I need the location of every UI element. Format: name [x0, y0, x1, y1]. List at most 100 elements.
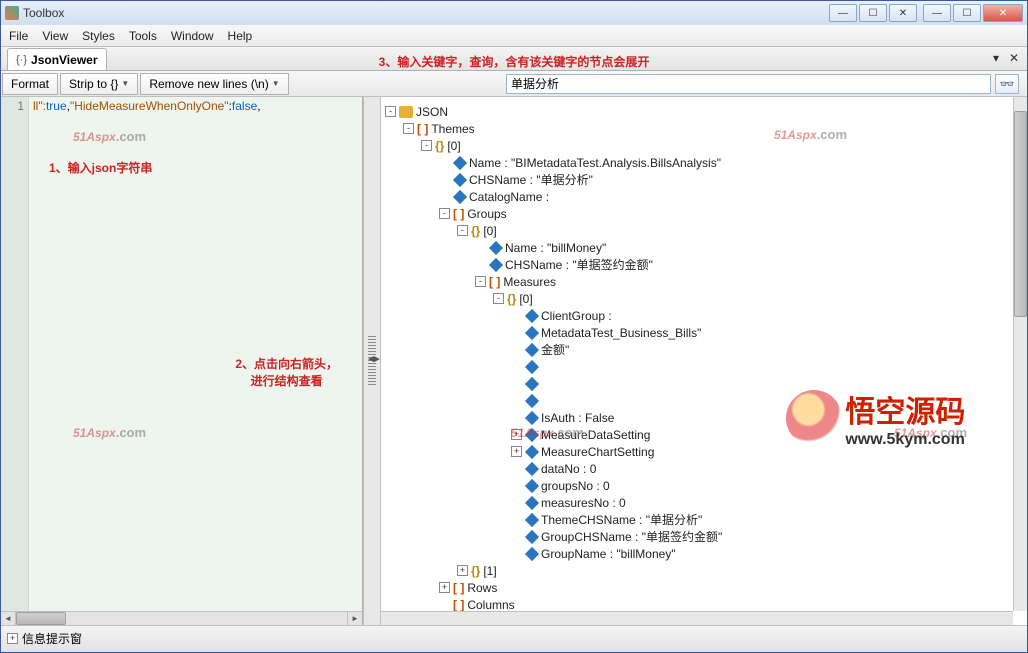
- tree-node[interactable]: CatalogName :: [385, 188, 1023, 205]
- expander-icon[interactable]: -: [403, 123, 414, 134]
- tree-node[interactable]: Name : "billMoney": [385, 239, 1023, 256]
- tab-label: JsonViewer: [31, 53, 97, 67]
- tree-node[interactable]: -{}[0]: [385, 222, 1023, 239]
- node-label: Rows: [467, 581, 497, 595]
- minimize-button-back[interactable]: —: [829, 4, 857, 22]
- property-icon: [525, 359, 539, 373]
- tree-node[interactable]: CHSName : "单据分析": [385, 171, 1023, 188]
- maximize-button[interactable]: ☐: [953, 4, 981, 22]
- menu-view[interactable]: View: [42, 29, 68, 43]
- line-gutter: 1: [1, 97, 29, 625]
- tree-node[interactable]: -[ ]Groups: [385, 205, 1023, 222]
- property-icon: [525, 461, 539, 475]
- outer-titlebar[interactable]: Toolbox — ☐ ✕ — ☐ ✕: [1, 1, 1027, 25]
- tree-node[interactable]: -JSON: [385, 103, 1023, 120]
- strip-button[interactable]: Strip to {}▼: [60, 73, 138, 95]
- menu-file[interactable]: File: [9, 29, 28, 43]
- tree-node[interactable]: +[ ]Rows: [385, 579, 1023, 596]
- expander-icon[interactable]: -: [457, 225, 468, 236]
- tree-node[interactable]: [385, 358, 1023, 375]
- code-editor-pane: 1 ll":true,"HideMeasureWhenOnlyOne":fals…: [1, 97, 363, 625]
- editor-scrollbar-x[interactable]: [1, 611, 362, 625]
- close-button[interactable]: ✕: [983, 4, 1023, 22]
- watermark: 51Aspx.com: [73, 417, 146, 443]
- node-label: [1]: [483, 564, 496, 578]
- tree-node[interactable]: ThemeCHSName : "单据分析": [385, 511, 1023, 528]
- node-label: CHSName : "单据签约金额": [505, 256, 653, 273]
- expander-icon[interactable]: -: [475, 276, 486, 287]
- tree-scrollbar-x[interactable]: [381, 611, 1013, 625]
- format-button[interactable]: Format: [2, 73, 58, 95]
- expander-icon[interactable]: +: [511, 446, 522, 457]
- menu-help[interactable]: Help: [228, 29, 253, 43]
- tree-node[interactable]: +MeasureChartSetting: [385, 443, 1023, 460]
- minimize-button[interactable]: —: [923, 4, 951, 22]
- tree-node[interactable]: -[ ]Themes: [385, 120, 1023, 137]
- tree-node[interactable]: -{}[0]: [385, 137, 1023, 154]
- menu-window[interactable]: Window: [171, 29, 214, 43]
- tree-pane: -JSON-[ ]Themes-{}[0]Name : "BIMetadataT…: [381, 97, 1027, 625]
- tree-node[interactable]: IsAuth : False: [385, 409, 1023, 426]
- tree-node[interactable]: groupsNo : 0: [385, 477, 1023, 494]
- expander-icon[interactable]: -: [493, 293, 504, 304]
- node-label: CatalogName :: [469, 190, 549, 204]
- array-icon: [ ]: [417, 122, 428, 136]
- node-label: dataNo : 0: [541, 462, 596, 476]
- expander-icon[interactable]: -: [439, 208, 450, 219]
- node-label: GroupCHSName : "单据签约金额": [541, 528, 722, 545]
- menu-tools[interactable]: Tools: [129, 29, 157, 43]
- json-root-icon: [399, 106, 413, 118]
- status-expand-icon[interactable]: +: [7, 633, 18, 644]
- tree-node[interactable]: ClientGroup :: [385, 307, 1023, 324]
- property-icon: [525, 410, 539, 424]
- tree-node[interactable]: +{}[1]: [385, 562, 1023, 579]
- expander-icon[interactable]: -: [421, 140, 432, 151]
- tree-node[interactable]: CHSName : "单据签约金额": [385, 256, 1023, 273]
- brackets-icon: {·}: [16, 54, 27, 66]
- code-editor[interactable]: ll":true,"HideMeasureWhenOnlyOne":false,…: [29, 97, 362, 625]
- maximize-button-back[interactable]: ☐: [859, 4, 887, 22]
- node-label: 金额": [541, 341, 569, 358]
- tree-node[interactable]: measuresNo : 0: [385, 494, 1023, 511]
- search-input[interactable]: 单据分析: [506, 74, 991, 94]
- node-label: IsAuth : False: [541, 411, 614, 425]
- array-icon: [ ]: [453, 598, 464, 612]
- tree-node[interactable]: -[ ]Measures: [385, 273, 1023, 290]
- content-area: 1 ll":true,"HideMeasureWhenOnlyOne":fals…: [1, 97, 1027, 626]
- tree-node[interactable]: MetadataTest_Business_Bills": [385, 324, 1023, 341]
- property-icon: [525, 427, 539, 441]
- tree-node[interactable]: GroupCHSName : "单据签约金额": [385, 528, 1023, 545]
- key-icon: {}: [471, 564, 480, 578]
- node-label: ThemeCHSName : "单据分析": [541, 511, 702, 528]
- node-label: [0]: [447, 139, 460, 153]
- tree-node[interactable]: Name : "BIMetadataTest.Analysis.BillsAna…: [385, 154, 1023, 171]
- menu-styles[interactable]: Styles: [82, 29, 115, 43]
- tree-scrollbar-y[interactable]: [1013, 97, 1027, 611]
- node-label: Columns: [467, 598, 514, 612]
- binoculars-icon: 👓: [1000, 77, 1015, 91]
- tree-node[interactable]: -{}[0]: [385, 290, 1023, 307]
- expander-icon[interactable]: +: [439, 582, 450, 593]
- tree-node[interactable]: GroupName : "billMoney": [385, 545, 1023, 562]
- tree-node[interactable]: dataNo : 0: [385, 460, 1023, 477]
- expander-icon[interactable]: +: [511, 429, 522, 440]
- tree-node[interactable]: +MeasureDataSetting: [385, 426, 1023, 443]
- expander-icon[interactable]: +: [457, 565, 468, 576]
- tree-node[interactable]: [385, 392, 1023, 409]
- property-icon: [525, 512, 539, 526]
- json-tree[interactable]: -JSON-[ ]Themes-{}[0]Name : "BIMetadataT…: [381, 97, 1027, 625]
- expander-icon[interactable]: -: [385, 106, 396, 117]
- close-button-back[interactable]: ✕: [889, 4, 917, 22]
- search-button[interactable]: 👓: [995, 74, 1019, 94]
- remove-newlines-button[interactable]: Remove new lines (\n)▼: [140, 73, 288, 95]
- instruction-2: 2、点击向右箭头，进行结构查看: [235, 355, 338, 389]
- tabstrip-close-icon[interactable]: ✕: [1007, 51, 1021, 65]
- tab-jsonviewer[interactable]: {·} JsonViewer: [7, 48, 107, 70]
- key-icon: {}: [507, 292, 516, 306]
- tabstrip-dropdown-icon[interactable]: ▾: [989, 51, 1003, 65]
- node-label: MetadataTest_Business_Bills": [541, 326, 701, 340]
- property-icon: [525, 342, 539, 356]
- tree-node[interactable]: [385, 375, 1023, 392]
- tree-node[interactable]: 金额": [385, 341, 1023, 358]
- splitter[interactable]: ◄►: [363, 97, 381, 625]
